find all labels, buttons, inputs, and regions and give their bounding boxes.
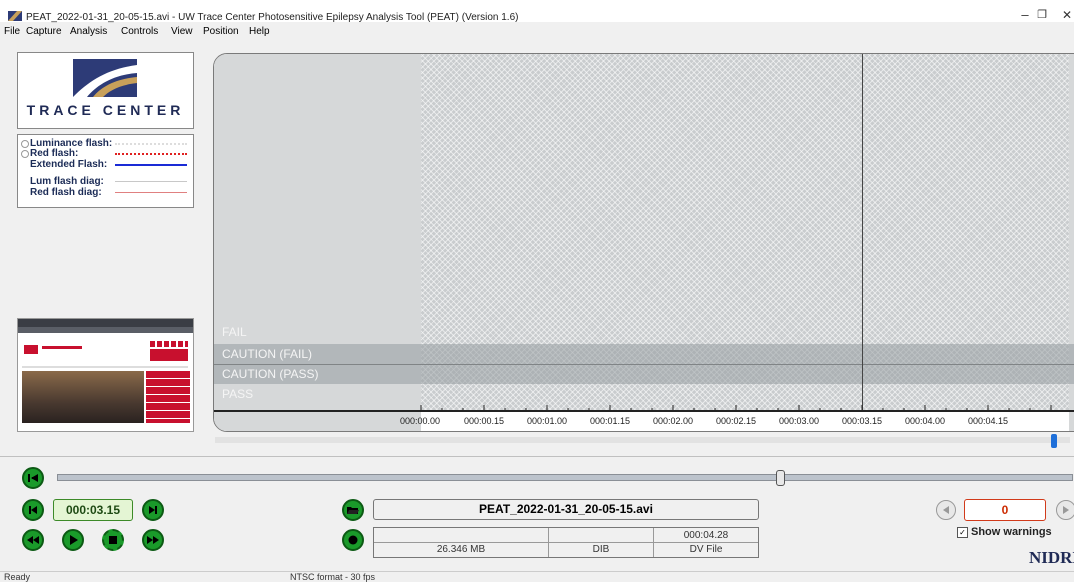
arrow-left-icon bbox=[943, 506, 949, 514]
fast-forward-button[interactable] bbox=[142, 529, 164, 551]
trace-center-logo: TRACE CENTER bbox=[17, 52, 194, 129]
preview-browser-tabs bbox=[18, 319, 193, 327]
open-file-button[interactable] bbox=[342, 499, 364, 521]
preview-banner bbox=[150, 349, 188, 361]
tick-label: 000:04.00 bbox=[905, 416, 946, 426]
flash-analysis-graph[interactable]: FAIL CAUTION (FAIL) CAUTION (PASS) PASS … bbox=[213, 53, 1074, 432]
status-format: NTSC format - 30 fps bbox=[290, 572, 376, 582]
legend-red-swatch bbox=[115, 153, 187, 155]
tick-label: 000:03.15 bbox=[842, 416, 883, 426]
tick-label: 000:02.15 bbox=[716, 416, 757, 426]
skip-start-icon bbox=[28, 474, 38, 482]
app-icon bbox=[8, 11, 22, 21]
folder-icon bbox=[347, 507, 359, 514]
nidrr-logo: NIDRR bbox=[1029, 548, 1074, 567]
previous-warning-button[interactable] bbox=[936, 500, 956, 520]
seek-slider[interactable] bbox=[57, 474, 1073, 481]
menu-help[interactable]: Help bbox=[249, 26, 270, 37]
rewind-icon bbox=[27, 536, 39, 544]
window-title: PEAT_2022-01-31_20-05-15.avi - UW Trace … bbox=[26, 12, 519, 23]
preview-address-bar bbox=[18, 327, 193, 333]
stop-button[interactable] bbox=[102, 529, 124, 551]
graph-scroll-thumb[interactable] bbox=[1051, 434, 1057, 448]
rewind-button[interactable] bbox=[22, 529, 44, 551]
next-warning-button[interactable] bbox=[1056, 500, 1074, 520]
source-value: DV File bbox=[689, 544, 723, 555]
step-forward-icon bbox=[149, 506, 157, 514]
stop-icon bbox=[109, 536, 117, 544]
legend-red-diag-swatch bbox=[115, 192, 187, 193]
time-cursor[interactable] bbox=[862, 54, 863, 411]
legend-luminance-swatch bbox=[115, 143, 187, 145]
duration-value: 000:04.28 bbox=[683, 530, 729, 541]
legend-red-label: Red flash: bbox=[30, 148, 79, 159]
video-preview bbox=[17, 318, 194, 432]
legend-lum-diag-label: Lum flash diag: bbox=[30, 176, 104, 187]
preview-photo bbox=[22, 371, 144, 423]
tick-label: 000:02.00 bbox=[653, 416, 694, 426]
previous-frame-button[interactable] bbox=[22, 499, 44, 521]
zone-caution-pass: CAUTION (PASS) bbox=[214, 364, 1074, 384]
menu-view[interactable]: View bbox=[171, 26, 193, 37]
warning-count: 0 bbox=[964, 499, 1046, 521]
menu-file[interactable]: File bbox=[4, 26, 20, 37]
red-flash-radio[interactable] bbox=[21, 150, 29, 158]
legend-red-diag-label: Red flash diag: bbox=[30, 187, 102, 198]
fast-forward-icon bbox=[147, 536, 159, 544]
zone-fail: FAIL bbox=[222, 325, 247, 339]
legend-extended-swatch bbox=[115, 164, 187, 166]
tick-label: 000:04.15 bbox=[968, 416, 1009, 426]
step-back-icon bbox=[29, 506, 37, 514]
zone-pass: PASS bbox=[222, 387, 254, 401]
preview-sidebar bbox=[146, 371, 190, 423]
tick-label: 000:03.00 bbox=[779, 416, 820, 426]
record-icon bbox=[348, 535, 358, 545]
menu-analysis[interactable]: Analysis bbox=[70, 26, 107, 37]
menu-capture[interactable]: Capture bbox=[26, 26, 62, 37]
tick-label: 000:01.00 bbox=[527, 416, 568, 426]
close-button[interactable]: ✕ bbox=[1052, 6, 1074, 24]
tick-label: 000:01.15 bbox=[590, 416, 631, 426]
menu-position[interactable]: Position bbox=[203, 26, 239, 37]
legend-lum-diag-swatch bbox=[115, 181, 187, 182]
arrow-right-icon bbox=[1063, 506, 1069, 514]
record-button[interactable] bbox=[342, 529, 364, 551]
next-frame-button[interactable] bbox=[142, 499, 164, 521]
play-button[interactable] bbox=[62, 529, 84, 551]
graph-horizontal-scrollbar[interactable] bbox=[215, 437, 1070, 443]
file-size-value: 26.346 MB bbox=[436, 544, 486, 555]
zone-caution-fail: CAUTION (FAIL) bbox=[214, 344, 1074, 364]
seek-slider-thumb[interactable] bbox=[776, 470, 785, 486]
logo-text: TRACE CENTER bbox=[26, 102, 185, 118]
luminance-radio[interactable] bbox=[21, 140, 29, 148]
flash-legend: Luminance flash: Red flash: Extended Fla… bbox=[17, 134, 194, 208]
preview-site-logo bbox=[24, 345, 38, 354]
file-info-table: 000:04.28 26.346 MB DIB DV File bbox=[373, 527, 759, 558]
logo-mark bbox=[73, 59, 137, 97]
format-value: DIB bbox=[592, 544, 610, 555]
play-icon bbox=[70, 535, 78, 545]
menu-controls[interactable]: Controls bbox=[121, 26, 158, 37]
status-text: Ready bbox=[4, 572, 31, 582]
legend-extended-label: Extended Flash: bbox=[30, 159, 108, 170]
file-name-display: PEAT_2022-01-31_20-05-15.avi bbox=[373, 499, 759, 520]
tick-label: 000:00.00 bbox=[400, 416, 441, 426]
current-time-display[interactable]: 000:03.15 bbox=[53, 499, 133, 521]
show-warnings-checkbox[interactable]: ✓ bbox=[957, 527, 968, 538]
tick-label: 000:00.15 bbox=[464, 416, 505, 426]
go-to-start-button[interactable] bbox=[22, 467, 44, 489]
show-warnings-label: Show warnings bbox=[971, 526, 1052, 538]
